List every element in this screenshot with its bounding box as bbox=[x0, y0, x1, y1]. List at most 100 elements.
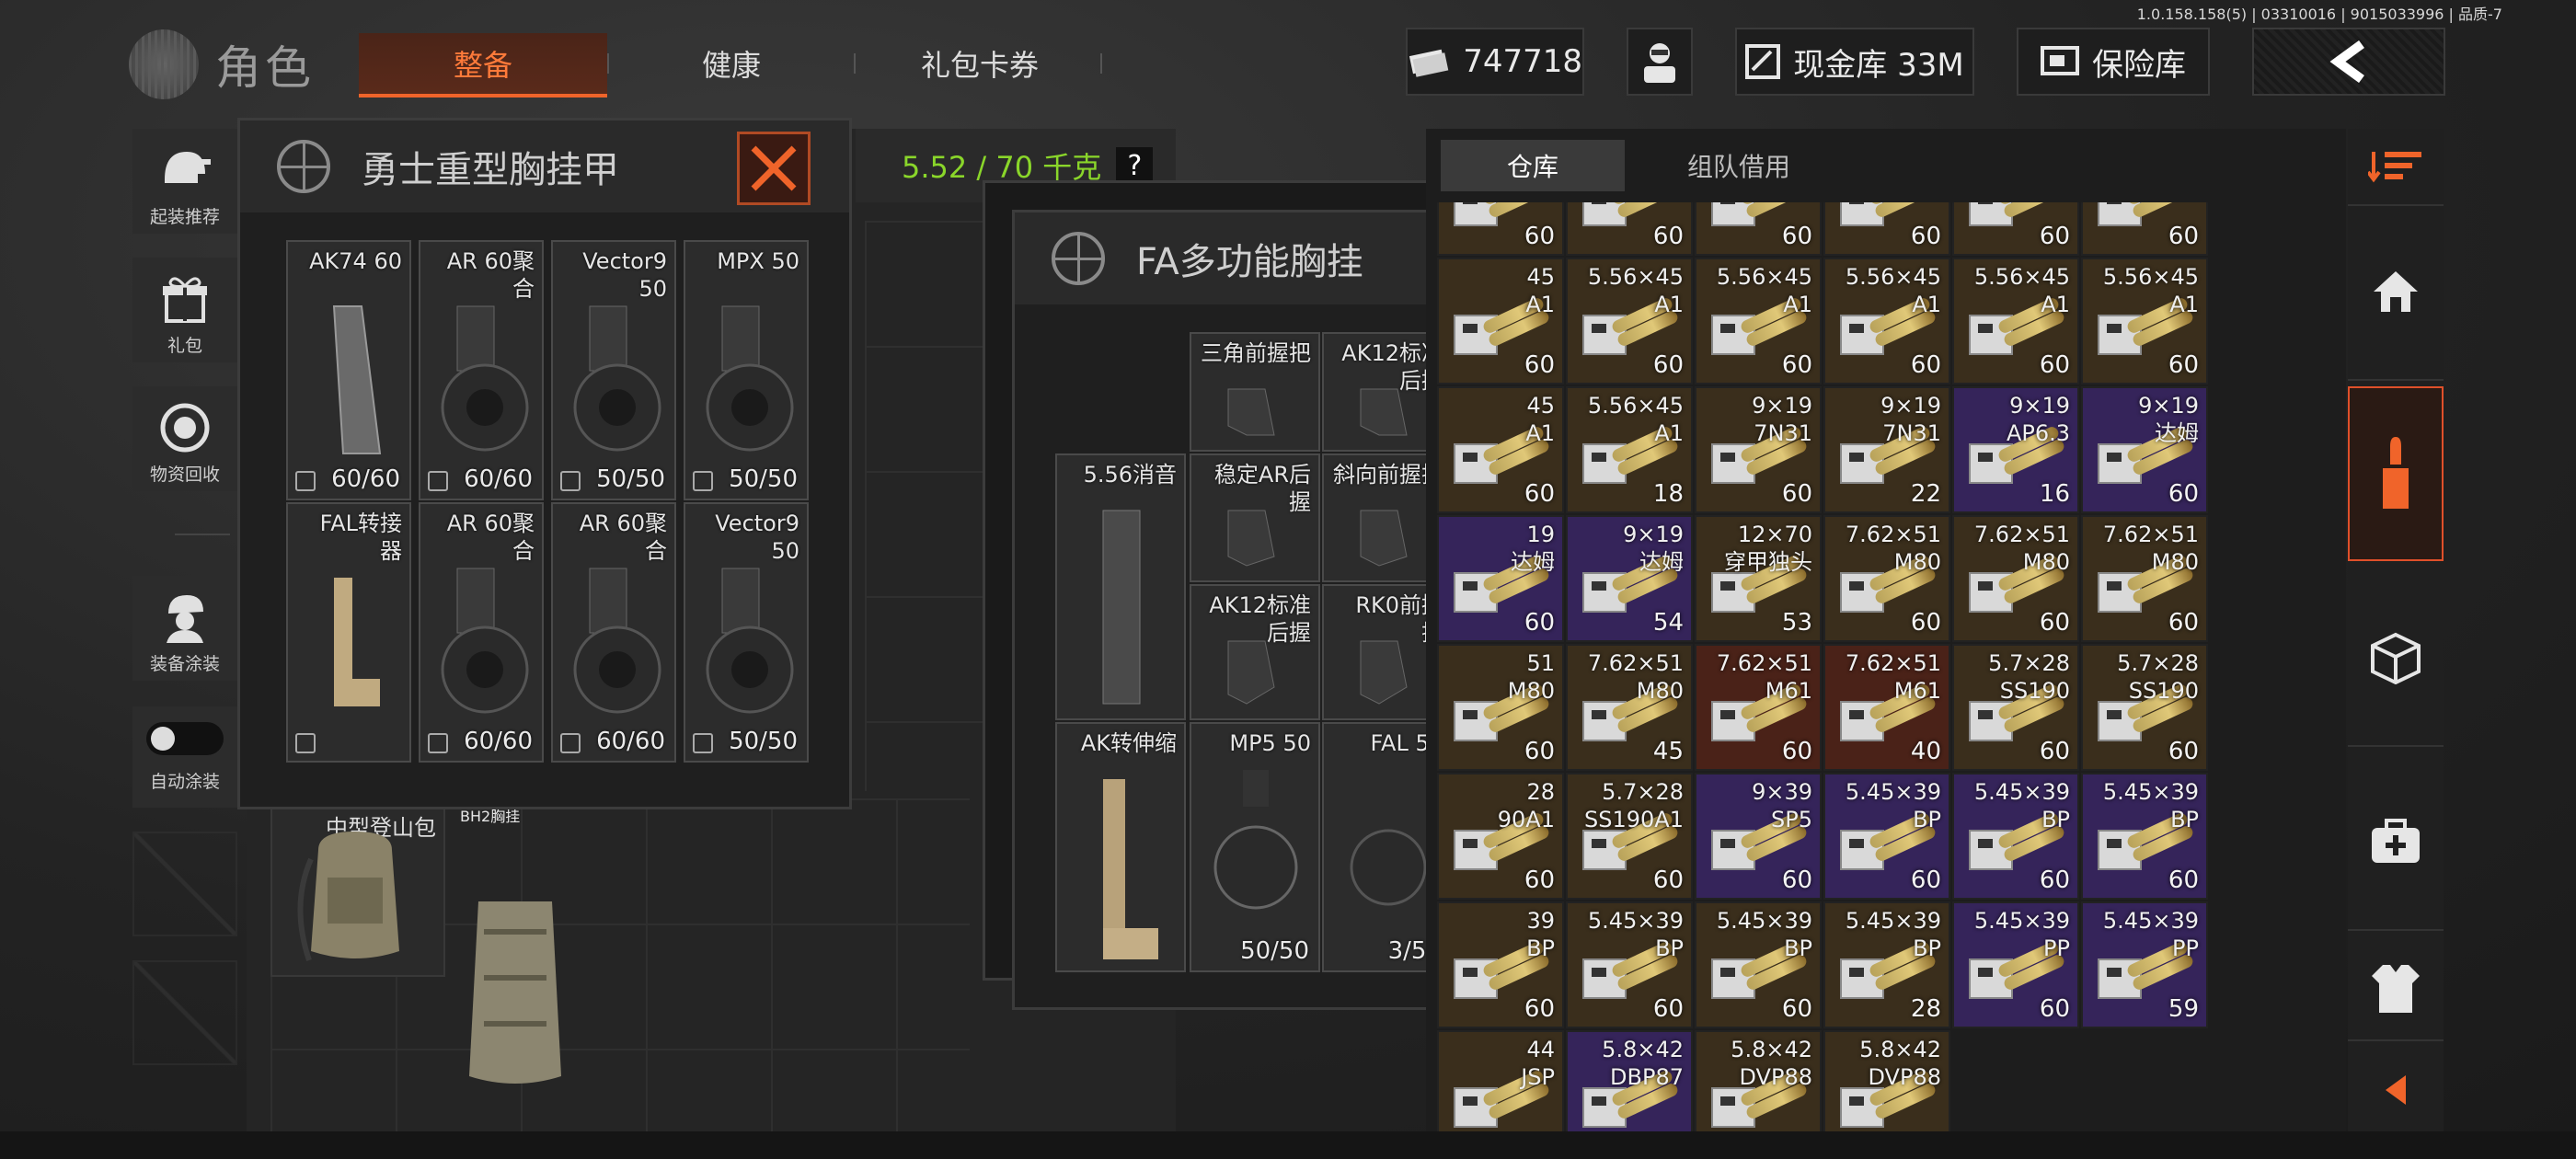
ammo-count: 60 bbox=[1910, 609, 1941, 637]
stash-ammo-cell[interactable]: 5.45×39 BP 60 bbox=[1823, 773, 1950, 900]
stash-ammo-cell[interactable]: 5.8×42 DBP87 bbox=[1566, 1030, 1693, 1131]
stash-ammo-cell[interactable]: 7.62×51 M61 40 bbox=[1823, 644, 1950, 771]
auto-paint-toggle[interactable] bbox=[146, 721, 224, 755]
stash-ammo-cell[interactable]: 5.8×42 DVP88 bbox=[1823, 1030, 1950, 1131]
stash-ammo-cell[interactable]: 5.56×45 A1 18 bbox=[1566, 386, 1693, 513]
stash-ammo-cell[interactable]: 5.45×39 BP 60 bbox=[2081, 773, 2208, 900]
rig-item-slot[interactable]: AR 60聚 合 60/60 bbox=[419, 240, 544, 500]
stash-ammo-cell[interactable]: 44 JSP bbox=[1437, 1030, 1564, 1131]
stash-ammo-cell[interactable]: 7.62×51 M80 45 bbox=[1566, 644, 1693, 771]
auto-paint-toggle-group: 自动涂装 bbox=[132, 706, 237, 808]
backpack-slot[interactable]: 中型登山包 bbox=[270, 802, 445, 977]
ammo-name: 5.45×39 BP bbox=[1587, 908, 1684, 961]
sort-button[interactable] bbox=[2348, 129, 2444, 206]
stash-ammo-cell[interactable]: 28 90A1 60 bbox=[1437, 773, 1564, 900]
cash-display[interactable]: 747718 bbox=[1406, 28, 1584, 96]
stash-ammo-cell[interactable]: 9×19 达姆 60 bbox=[2081, 386, 2208, 513]
stash-ammo-cell[interactable]: 51 M80 60 bbox=[1437, 644, 1564, 771]
ammo-count: 60 bbox=[1524, 351, 1555, 379]
rig-item-slot[interactable]: FAL转接 器 bbox=[286, 502, 411, 763]
rig-item-slot[interactable]: MPX 50 50/50 bbox=[684, 240, 809, 500]
cash-vault-button[interactable]: 现金库 33M bbox=[1735, 28, 1974, 96]
magazine-image bbox=[573, 305, 661, 452]
collapse-button[interactable] bbox=[2348, 1049, 2444, 1131]
rail-gift[interactable]: 礼包 bbox=[132, 258, 237, 362]
rig-item-slot[interactable]: AR 60聚 合 60/60 bbox=[551, 502, 676, 763]
rig-item-slot[interactable]: AK74 60 60/60 bbox=[286, 240, 411, 500]
stash-ammo-cell[interactable]: 9×19 7N31 22 bbox=[1823, 386, 1950, 513]
stash-ammo-cell[interactable]: 5.56×45 A1 60 bbox=[1566, 258, 1693, 384]
tab-warehouse[interactable]: 仓库 bbox=[1441, 140, 1625, 191]
stash-ammo-cell[interactable]: 7.62×51 M80 60 bbox=[2081, 515, 2208, 642]
vault-icon bbox=[1745, 44, 1781, 79]
stash-ammo-cell[interactable]: 9×39 SP5 60 bbox=[1695, 773, 1822, 900]
tab-gift-cards[interactable]: 礼包卡券 bbox=[865, 33, 1095, 94]
rig-item-slot[interactable]: 5.56消音 bbox=[1055, 453, 1186, 720]
ammo-name: 7.62×51 M80 bbox=[1973, 522, 2070, 575]
tab-team-borrow[interactable]: 组队借用 bbox=[1638, 140, 1840, 191]
stash-ammo-cell[interactable]: 45 A1 60 bbox=[1437, 258, 1564, 384]
nav-containers[interactable] bbox=[2348, 570, 2444, 747]
nav-home[interactable] bbox=[2348, 204, 2444, 381]
stash-ammo-cell[interactable]: 5.56×45 A1 60 bbox=[1695, 258, 1822, 384]
stash-ammo-cell[interactable]: 9×19 AP6.3 16 bbox=[1952, 386, 2079, 513]
lock-icon bbox=[693, 471, 713, 491]
stash-ammo-cell[interactable]: 5.45×39 BP 60 bbox=[1695, 901, 1822, 1028]
tab-health[interactable]: 健康 bbox=[626, 33, 837, 94]
trader-button[interactable] bbox=[1627, 28, 1693, 96]
ammo-box-icon bbox=[1454, 295, 1551, 357]
back-button[interactable] bbox=[2252, 28, 2445, 96]
stash-ammo-cell[interactable]: 60 bbox=[1952, 202, 2079, 256]
stash-ammo-cell[interactable]: 60 bbox=[1566, 202, 1693, 256]
stash-ammo-cell[interactable]: 9×19 达姆 54 bbox=[1566, 515, 1693, 642]
rig-item-slot[interactable]: AR 60聚 合 60/60 bbox=[419, 502, 544, 763]
stash-ammo-cell[interactable]: 7.62×51 M80 60 bbox=[1952, 515, 2079, 642]
nav-ammo[interactable] bbox=[2348, 386, 2444, 561]
stash-ammo-cell[interactable]: 5.45×39 BP 60 bbox=[1566, 901, 1693, 1028]
lock-icon bbox=[428, 733, 448, 753]
ammo-count: 60 bbox=[2039, 738, 2070, 765]
stash-ammo-cell[interactable]: 5.56×45 A1 60 bbox=[1952, 258, 2079, 384]
rig-item-slot[interactable]: 三角前握把 bbox=[1190, 332, 1320, 452]
stash-ammo-cell[interactable]: 5.56×45 A1 60 bbox=[2081, 258, 2208, 384]
rail-recycle[interactable]: 物资回收 bbox=[132, 386, 237, 491]
rail-loadout-recommend[interactable]: 起装推荐 bbox=[132, 129, 237, 234]
stash-ammo-cell[interactable]: 60 bbox=[1695, 202, 1822, 256]
nav-armor[interactable] bbox=[2348, 938, 2444, 1041]
stash-ammo-cell[interactable]: 5.45×39 BP 28 bbox=[1823, 901, 1950, 1028]
tab-gear[interactable]: 整备 bbox=[359, 33, 607, 98]
stash-ammo-cell[interactable]: 60 bbox=[1823, 202, 1950, 256]
stash-ammo-cell[interactable]: 5.45×39 BP 60 bbox=[1952, 773, 2079, 900]
stash-ammo-cell[interactable]: 5.7×28 SS190A1 60 bbox=[1566, 773, 1693, 900]
stash-ammo-cell[interactable]: 60 bbox=[2081, 202, 2208, 256]
stash-ammo-cell[interactable]: 45 A1 60 bbox=[1437, 386, 1564, 513]
rig-item-slot[interactable]: 稳定AR后 握 bbox=[1190, 453, 1320, 582]
ammo-name: 5.45×39 PP bbox=[1973, 908, 2070, 961]
rail-gear-paint[interactable]: 装备涂装 bbox=[132, 576, 237, 681]
stash-ammo-cell[interactable]: 12×70 穿甲独头 53 bbox=[1695, 515, 1822, 642]
help-button[interactable]: ? bbox=[1116, 147, 1154, 184]
stash-ammo-cell[interactable]: 39 BP 60 bbox=[1437, 901, 1564, 1028]
stash-ammo-cell[interactable]: 7.62×51 M80 60 bbox=[1823, 515, 1950, 642]
stash-ammo-cell[interactable]: 5.7×28 SS190 60 bbox=[2081, 644, 2208, 771]
stash-ammo-cell[interactable]: 60 bbox=[1437, 202, 1564, 256]
nav-medical[interactable] bbox=[2348, 754, 2444, 931]
item-count: 50/50 bbox=[729, 465, 798, 493]
stash-ammo-cell[interactable]: 19 达姆 60 bbox=[1437, 515, 1564, 642]
rig-item-slot[interactable]: AK转伸缩 bbox=[1055, 722, 1186, 972]
stash-ammo-cell[interactable]: 5.8×42 DVP88 bbox=[1695, 1030, 1822, 1131]
rig-item-slot[interactable]: MP5 50 50/50 bbox=[1190, 722, 1320, 972]
rig-item-slot[interactable]: Vector9 50 50/50 bbox=[684, 502, 809, 763]
close-button[interactable] bbox=[737, 132, 811, 205]
stash-ammo-cell[interactable]: 5.45×39 PP 59 bbox=[2081, 901, 2208, 1028]
stash-ammo-cell[interactable]: 5.56×45 A1 60 bbox=[1823, 258, 1950, 384]
tab-divider bbox=[1100, 53, 1102, 74]
stash-ammo-cell[interactable]: 7.62×51 M61 60 bbox=[1695, 644, 1822, 771]
stash-ammo-cell[interactable]: 9×19 7N31 60 bbox=[1695, 386, 1822, 513]
ammo-count: 60 bbox=[1524, 866, 1555, 894]
safe-box-button[interactable]: 保险库 bbox=[2017, 28, 2210, 96]
stash-ammo-cell[interactable]: 5.45×39 PP 60 bbox=[1952, 901, 2079, 1028]
rig-item-slot[interactable]: AK12标准 后握 bbox=[1190, 584, 1320, 720]
rig-item-slot[interactable]: Vector9 50 50/50 bbox=[551, 240, 676, 500]
stash-ammo-cell[interactable]: 5.7×28 SS190 60 bbox=[1952, 644, 2079, 771]
